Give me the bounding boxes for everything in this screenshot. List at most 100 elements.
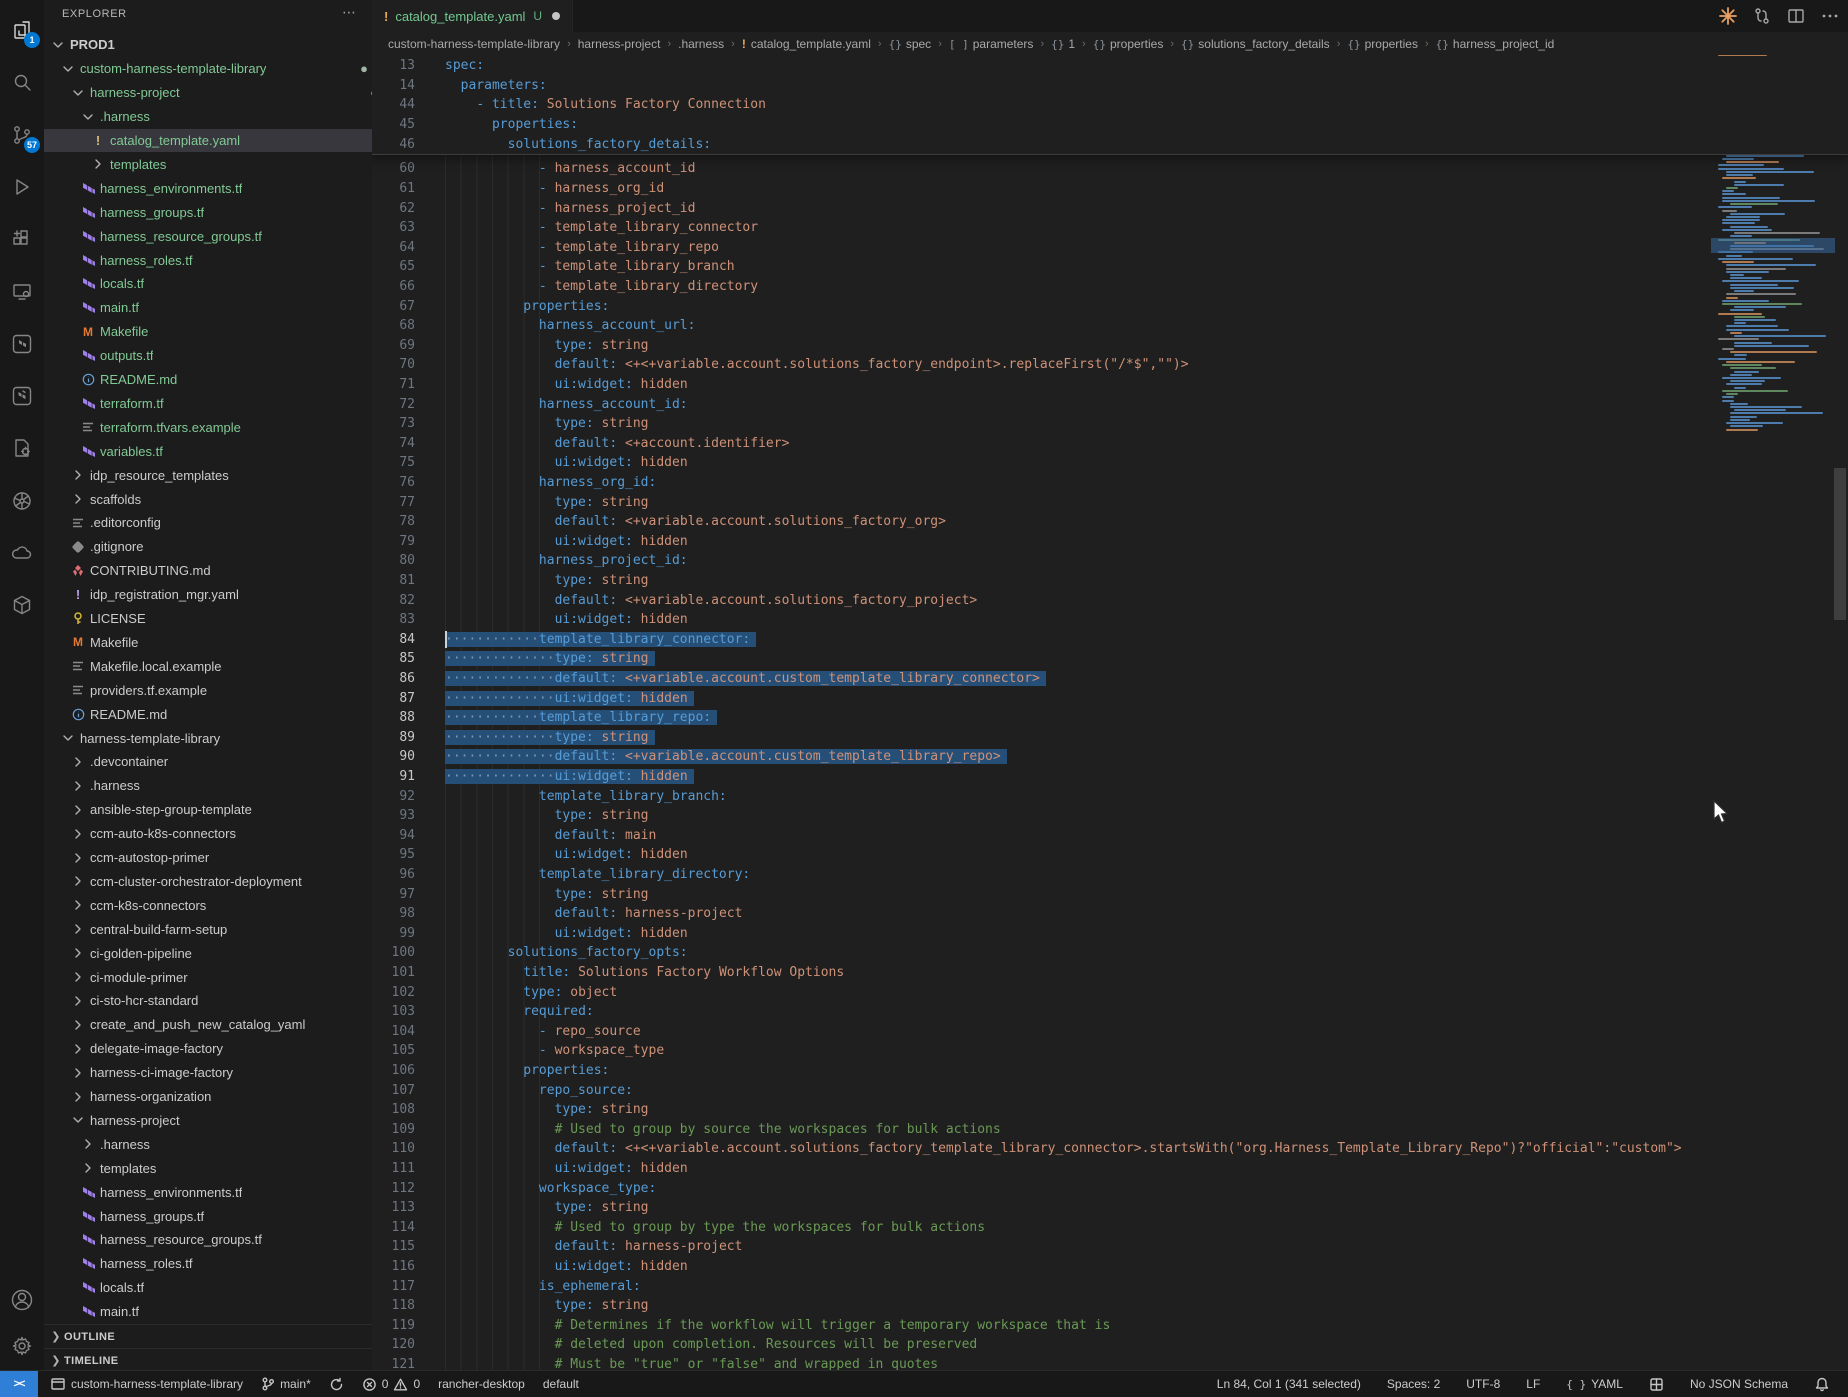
tree-item-ci-module-primer[interactable]: ci-module-primer xyxy=(44,965,373,989)
code-line-70[interactable]: 70 default: <+<+variable.account.solutio… xyxy=(372,355,1848,375)
code-line-46[interactable]: 46 solutions_factory_details: xyxy=(372,134,1848,154)
code-line-60[interactable]: 60 - harness_account_id xyxy=(372,159,1848,179)
tree-item-harness-groups-tf[interactable]: harness_groups.tf xyxy=(44,1204,373,1228)
code-line-85[interactable]: 85··············type: string xyxy=(372,649,1848,669)
tree-item-ccm-cluster-orchestrator-deployment[interactable]: ccm-cluster-orchestrator-deployment xyxy=(44,870,373,894)
code-line-90[interactable]: 90··············default: <+variable.acco… xyxy=(372,747,1848,767)
code-line-112[interactable]: 112 workspace_type: xyxy=(372,1178,1848,1198)
code-line-104[interactable]: 104 - repo_source xyxy=(372,1022,1848,1042)
tree-item-contributing-md[interactable]: CONTRIBUTING.md xyxy=(44,559,373,583)
tree-item-catalog-template-yaml[interactable]: !catalog_template.yamlU xyxy=(44,129,373,153)
code-line-74[interactable]: 74 default: <+account.identifier> xyxy=(372,434,1848,454)
breadcrumb-item-properties[interactable]: {}properties xyxy=(1093,37,1164,51)
run-starburst-icon[interactable] xyxy=(1718,6,1738,26)
tree-item-harness-template-library[interactable]: harness-template-library xyxy=(44,726,373,750)
code-line-75[interactable]: 75 ui:widget: hidden xyxy=(372,453,1848,473)
tree-item-scaffolds[interactable]: scaffolds xyxy=(44,487,373,511)
tab-catalog-template-yaml[interactable]: ! catalog_template.yaml U xyxy=(372,0,573,32)
breadcrumb-item-spec[interactable]: {}spec xyxy=(889,37,932,51)
tree-item-harness-ci-image-factory[interactable]: harness-ci-image-factory xyxy=(44,1061,373,1085)
tree-item-makefile-local-example[interactable]: Makefile.local.example xyxy=(44,654,373,678)
code-line-110[interactable]: 110 default: <+<+variable.account.soluti… xyxy=(372,1139,1848,1159)
cursor-position[interactable]: Ln 84, Col 1 (341 selected) xyxy=(1213,1371,1365,1397)
tree-item-outputs-tf[interactable]: outputs.tfU xyxy=(44,344,373,368)
tree-item-harness-organization[interactable]: harness-organization xyxy=(44,1085,373,1109)
tree-item-readme-md[interactable]: README.md xyxy=(44,702,373,726)
code-line-97[interactable]: 97 type: string xyxy=(372,884,1848,904)
tree-item-makefile[interactable]: MMakefileU xyxy=(44,320,373,344)
tree-item-templates[interactable]: templates● xyxy=(44,153,373,177)
tree-item-ccm-auto-k8s-connectors[interactable]: ccm-auto-k8s-connectors xyxy=(44,822,373,846)
run-debug-icon[interactable] xyxy=(0,165,44,209)
code-line-100[interactable]: 100 solutions_factory_opts: xyxy=(372,943,1848,963)
tree-item-harness-roles-tf[interactable]: harness_roles.tf xyxy=(44,1252,373,1276)
notifications-bell[interactable] xyxy=(1810,1371,1834,1397)
eol[interactable]: LF xyxy=(1522,1371,1544,1397)
tree-item-locals-tf[interactable]: locals.tf xyxy=(44,1276,373,1300)
code-line-45[interactable]: 45 properties: xyxy=(372,115,1848,135)
breadcrumb-item-parameters[interactable]: [ ]parameters xyxy=(949,37,1034,51)
code-line-73[interactable]: 73 type: string xyxy=(372,414,1848,434)
breadcrumb-item-harness-project-id[interactable]: {}harness_project_id xyxy=(1436,37,1555,51)
split-editor-icon[interactable] xyxy=(1786,6,1806,26)
tree-item-harness-project[interactable]: harness-project xyxy=(44,1109,373,1133)
namespace[interactable]: default xyxy=(539,1371,583,1397)
search-icon[interactable] xyxy=(0,60,44,104)
code-line-71[interactable]: 71 ui:widget: hidden xyxy=(372,375,1848,395)
code-line-80[interactable]: 80 harness_project_id: xyxy=(372,551,1848,571)
compare-changes-icon[interactable] xyxy=(1752,6,1772,26)
breadcrumb-item-solutions-factory-details[interactable]: {}solutions_factory_details xyxy=(1181,37,1330,51)
file-gear-icon[interactable] xyxy=(0,426,44,470)
code-line-109[interactable]: 109 # Used to group by source the worksp… xyxy=(372,1120,1848,1140)
tree-item-create-and-push-new-catalog-yaml[interactable]: create_and_push_new_catalog_yaml xyxy=(44,1013,373,1037)
sync[interactable] xyxy=(325,1371,348,1397)
account-icon[interactable] xyxy=(0,1278,44,1322)
code-line-103[interactable]: 103 required: xyxy=(372,1002,1848,1022)
code-line-63[interactable]: 63 - template_library_connector xyxy=(372,218,1848,238)
outline-section[interactable]: ❯ OUTLINE xyxy=(44,1324,372,1349)
code-line-101[interactable]: 101 title: Solutions Factory Workflow Op… xyxy=(372,963,1848,983)
tree-item--harness[interactable]: .harness● xyxy=(44,105,373,129)
code-line-82[interactable]: 82 default: <+variable.account.solutions… xyxy=(372,590,1848,610)
code-line-91[interactable]: 91··············ui:widget: hidden xyxy=(372,767,1848,787)
code-line-121[interactable]: 121 # Must be "true" or "false" and wrap… xyxy=(372,1355,1848,1370)
problems[interactable]: 00 xyxy=(358,1371,424,1397)
terraform-box-icon[interactable] xyxy=(0,322,44,366)
code-line-81[interactable]: 81 type: string xyxy=(372,571,1848,591)
tree-item-license[interactable]: LICENSE xyxy=(44,607,373,631)
tree-item-main-tf[interactable]: main.tfU xyxy=(44,296,373,320)
code-line-113[interactable]: 113 type: string xyxy=(372,1198,1848,1218)
breadcrumb-item-harness-project[interactable]: harness-project xyxy=(578,37,661,51)
source-control-icon[interactable]: 57 xyxy=(0,113,44,157)
language-mode[interactable]: { }YAML xyxy=(1562,1371,1627,1397)
tree-item-terraform-tf[interactable]: terraform.tfU xyxy=(44,392,373,416)
code-line-72[interactable]: 72 harness_account_id: xyxy=(372,394,1848,414)
tree-item-locals-tf[interactable]: locals.tfU xyxy=(44,272,373,296)
code-line-107[interactable]: 107 repo_source: xyxy=(372,1080,1848,1100)
code-line-76[interactable]: 76 harness_org_id: xyxy=(372,473,1848,493)
remote-explorer-icon[interactable] xyxy=(0,270,44,314)
code-line-92[interactable]: 92 template_library_branch: xyxy=(372,786,1848,806)
kubernetes-icon[interactable] xyxy=(0,479,44,523)
code-line-79[interactable]: 79 ui:widget: hidden xyxy=(372,532,1848,552)
tree-item--harness[interactable]: .harness xyxy=(44,1132,373,1156)
workspace-indicator[interactable]: custom-harness-template-library xyxy=(46,1371,247,1397)
terraform-box-2-icon[interactable] xyxy=(0,374,44,418)
breadcrumb-item-properties[interactable]: {}properties xyxy=(1347,37,1418,51)
tree-item-idp-registration-mgr-yaml[interactable]: !idp_registration_mgr.yaml xyxy=(44,583,373,607)
code-editor[interactable]: 60 - harness_account_id61 - harness_org_… xyxy=(372,56,1848,1370)
unsaved-dot-icon[interactable] xyxy=(552,12,560,20)
extensions-icon[interactable] xyxy=(0,217,44,261)
code-line-94[interactable]: 94 default: main xyxy=(372,826,1848,846)
tree-item-templates[interactable]: templates xyxy=(44,1156,373,1180)
container-icon[interactable] xyxy=(0,583,44,627)
code-line-44[interactable]: 44 - title: Solutions Factory Connection xyxy=(372,95,1848,115)
cloud-icon[interactable] xyxy=(0,531,44,575)
code-line-98[interactable]: 98 default: harness-project xyxy=(372,904,1848,924)
code-line-102[interactable]: 102 type: object xyxy=(372,982,1848,1002)
breadcrumb-item-catalog-template-yaml[interactable]: !catalog_template.yaml xyxy=(742,37,871,51)
encoding[interactable]: UTF-8 xyxy=(1462,1371,1504,1397)
code-line-88[interactable]: 88············template_library_repo: xyxy=(372,708,1848,728)
code-line-86[interactable]: 86··············default: <+variable.acco… xyxy=(372,669,1848,689)
code-line-117[interactable]: 117 is_ephemeral: xyxy=(372,1276,1848,1296)
